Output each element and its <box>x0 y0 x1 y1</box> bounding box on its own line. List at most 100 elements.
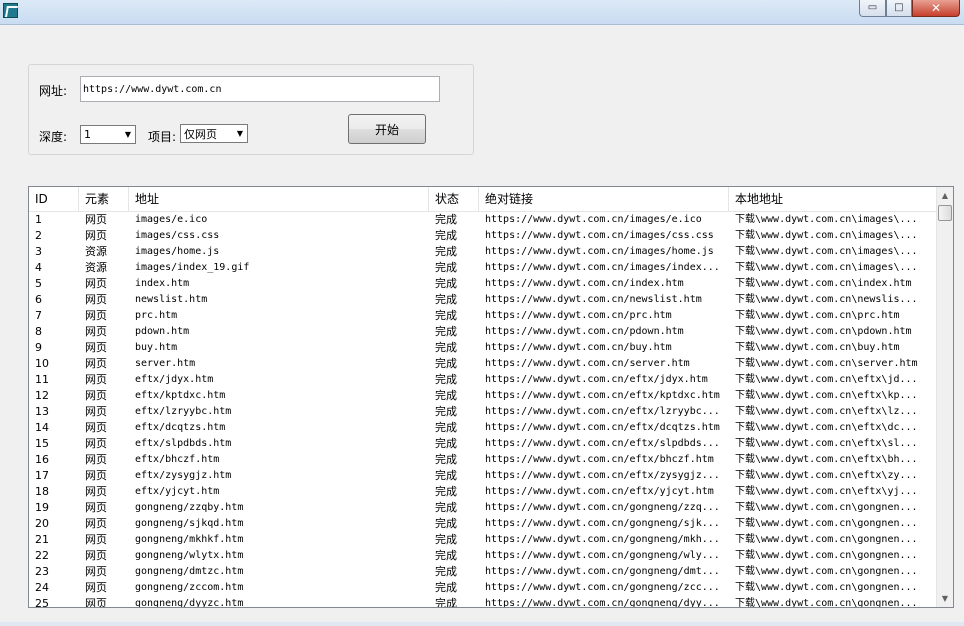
table-row[interactable]: 6 网页 newslist.htm 完成 https://www.dywt.com.cn… <box>29 292 937 308</box>
cell-path: eftx/slpdbds.htm <box>135 438 232 449</box>
cell-absolute-link: https://www.dywt.com.cn/prc.htm <box>485 310 672 321</box>
cell-id: 4 <box>35 261 42 274</box>
cell-status: 完成 <box>435 437 457 450</box>
cell-absolute-link: https://www.dywt.com.cn/server.htm <box>485 358 690 369</box>
cell-absolute-link: https://www.dywt.com.cn/images/index... <box>485 262 720 273</box>
table-row[interactable]: 22 网页 gongneng/wlytx.htm 完成 https://www.dywt… <box>29 548 937 564</box>
cell-type: 网页 <box>85 357 107 370</box>
column-header-path[interactable]: 地址 <box>129 187 429 211</box>
table-row[interactable]: 15 网页 eftx/slpdbds.htm 完成 https://www.dywt.c… <box>29 436 937 452</box>
table-row[interactable]: 23 网页 gongneng/dmtzc.htm 完成 https://www.dywt… <box>29 564 937 580</box>
table-row[interactable]: 16 网页 eftx/bhczf.htm 完成 https://www.dywt.com… <box>29 452 937 468</box>
table-row[interactable]: 3 资源 images/home.js 完成 https://www.dywt.com.… <box>29 244 937 260</box>
cell-absolute-link: https://www.dywt.com.cn/eftx/jdyx.htm <box>485 374 708 385</box>
cell-type: 网页 <box>85 373 107 386</box>
close-icon: ✕ <box>930 1 942 15</box>
cell-local-path: 下载\www.dywt.com.cn\eftx\yj... <box>735 486 918 497</box>
chevron-down-icon: ▼ <box>236 129 244 138</box>
cell-path: gongneng/dyyzc.htm <box>135 598 244 608</box>
cell-path: eftx/lzryybc.htm <box>135 406 232 417</box>
cell-absolute-link: https://www.dywt.com.cn/buy.htm <box>485 342 672 353</box>
cell-path: eftx/dcqtzs.htm <box>135 422 226 433</box>
table-row[interactable]: 10 网页 server.htm 完成 https://www.dywt.com.cn/… <box>29 356 937 372</box>
cell-id: 3 <box>35 245 42 258</box>
column-header-type[interactable]: 元素 <box>79 187 129 211</box>
cell-path: index.htm <box>135 278 190 289</box>
cell-status: 完成 <box>435 581 457 594</box>
start-button[interactable]: 开始 <box>348 114 426 144</box>
list-header: ID 元素 地址 状态 绝对链接 本地地址 <box>29 187 937 212</box>
table-row[interactable]: 25 网页 gongneng/dyyzc.htm 完成 https://www.dywt… <box>29 596 937 608</box>
cell-local-path: 下载\www.dywt.com.cn\images\... <box>735 262 918 273</box>
cell-absolute-link: https://www.dywt.com.cn/eftx/zysygjz... <box>485 470 720 481</box>
cell-local-path: 下载\www.dywt.com.cn\gongnen... <box>735 502 918 513</box>
cell-local-path: 下载\www.dywt.com.cn\prc.htm <box>735 310 900 321</box>
cell-absolute-link: https://www.dywt.com.cn/gongneng/dyy... <box>485 598 720 608</box>
cell-id: 20 <box>35 517 49 530</box>
cell-absolute-link: https://www.dywt.com.cn/eftx/lzryybc... <box>485 406 720 417</box>
cell-status: 完成 <box>435 485 457 498</box>
vertical-scrollbar[interactable]: ▲ ▼ <box>936 187 953 607</box>
cell-path: eftx/jdyx.htm <box>135 374 214 385</box>
cell-absolute-link: https://www.dywt.com.cn/pdown.htm <box>485 326 684 337</box>
table-row[interactable]: 18 网页 eftx/yjcyt.htm 完成 https://www.dywt.com… <box>29 484 937 500</box>
cell-type: 网页 <box>85 293 107 306</box>
table-row[interactable]: 11 网页 eftx/jdyx.htm 完成 https://www.dywt.com.… <box>29 372 937 388</box>
scroll-down-icon[interactable]: ▼ <box>937 590 953 607</box>
table-row[interactable]: 20 网页 gongneng/sjkqd.htm 完成 https://www.dywt… <box>29 516 937 532</box>
item-select[interactable]: 仅网页 ▼ <box>180 124 248 143</box>
table-row[interactable]: 13 网页 eftx/lzryybc.htm 完成 https://www.dywt.c… <box>29 404 937 420</box>
column-header-id[interactable]: ID <box>29 187 79 211</box>
table-row[interactable]: 24 网页 gongneng/zccom.htm 完成 https://www.dywt… <box>29 580 937 596</box>
cell-local-path: 下载\www.dywt.com.cn\newslis... <box>735 294 918 305</box>
cell-absolute-link: https://www.dywt.com.cn/gongneng/zcc... <box>485 582 720 593</box>
table-row[interactable]: 8 网页 pdown.htm 完成 https://www.dywt.com.cn/pd… <box>29 324 937 340</box>
cell-type: 网页 <box>85 565 107 578</box>
minimize-button[interactable]: ▭ <box>859 0 886 17</box>
cell-id: 11 <box>35 373 49 386</box>
table-row[interactable]: 4 资源 images/index_19.gif 完成 https://www.dywt… <box>29 260 937 276</box>
column-header-status[interactable]: 状态 <box>429 187 479 211</box>
scroll-up-icon[interactable]: ▲ <box>937 187 953 204</box>
cell-type: 网页 <box>85 277 107 290</box>
app-icon <box>3 3 18 18</box>
maximize-button[interactable]: □ <box>886 0 912 17</box>
cell-type: 网页 <box>85 341 107 354</box>
table-row[interactable]: 5 网页 index.htm 完成 https://www.dywt.com.cn/in… <box>29 276 937 292</box>
cell-absolute-link: https://www.dywt.com.cn/gongneng/zzq... <box>485 502 720 513</box>
table-row[interactable]: 12 网页 eftx/kptdxc.htm 完成 https://www.dywt.co… <box>29 388 937 404</box>
cell-type: 网页 <box>85 229 107 242</box>
cell-local-path: 下载\www.dywt.com.cn\images\... <box>735 214 918 225</box>
table-row[interactable]: 2 网页 images/css.css 完成 https://www.dywt.com.… <box>29 228 937 244</box>
cell-type: 资源 <box>85 261 107 274</box>
depth-select[interactable]: 1 ▼ <box>80 125 136 144</box>
scroll-thumb[interactable] <box>938 205 952 221</box>
table-row[interactable]: 1 网页 images/e.ico 完成 https://www.dywt.com.cn… <box>29 212 937 228</box>
cell-local-path: 下载\www.dywt.com.cn\index.htm <box>735 278 912 289</box>
cell-status: 完成 <box>435 501 457 514</box>
cell-absolute-link: https://www.dywt.com.cn/images/css.css <box>485 230 714 241</box>
table-row[interactable]: 14 网页 eftx/dcqtzs.htm 完成 https://www.dywt.co… <box>29 420 937 436</box>
table-row[interactable]: 7 网页 prc.htm 完成 https://www.dywt.com.cn/prc.… <box>29 308 937 324</box>
table-row[interactable]: 9 网页 buy.htm 完成 https://www.dywt.com.cn/buy.… <box>29 340 937 356</box>
depth-label: 深度: <box>39 130 68 144</box>
cell-absolute-link: https://www.dywt.com.cn/gongneng/mkh... <box>485 534 720 545</box>
results-list[interactable]: ID 元素 地址 状态 绝对链接 本地地址 1 网页 images/e.ico 完成 h… <box>28 186 954 608</box>
url-input[interactable] <box>80 76 440 102</box>
table-row[interactable]: 19 网页 gongneng/zzqby.htm 完成 https://www.dywt… <box>29 500 937 516</box>
column-header-absolute-link[interactable]: 绝对链接 <box>479 187 729 211</box>
cell-id: 17 <box>35 469 49 482</box>
column-header-local-path[interactable]: 本地地址 <box>729 187 937 211</box>
close-button[interactable]: ✕ <box>912 0 960 17</box>
cell-status: 完成 <box>435 357 457 370</box>
depth-value: 1 <box>84 128 91 141</box>
cell-local-path: 下载\www.dywt.com.cn\gongnen... <box>735 550 918 561</box>
cell-type: 网页 <box>85 597 107 608</box>
cell-path: newslist.htm <box>135 294 208 305</box>
cell-type: 网页 <box>85 549 107 562</box>
table-row[interactable]: 21 网页 gongneng/mkhkf.htm 完成 https://www.dywt… <box>29 532 937 548</box>
table-row[interactable]: 17 网页 eftx/zysygjz.htm 完成 https://www.dywt.c… <box>29 468 937 484</box>
cell-local-path: 下载\www.dywt.com.cn\buy.htm <box>735 342 900 353</box>
cell-type: 网页 <box>85 325 107 338</box>
cell-path: gongneng/zzqby.htm <box>135 502 244 513</box>
